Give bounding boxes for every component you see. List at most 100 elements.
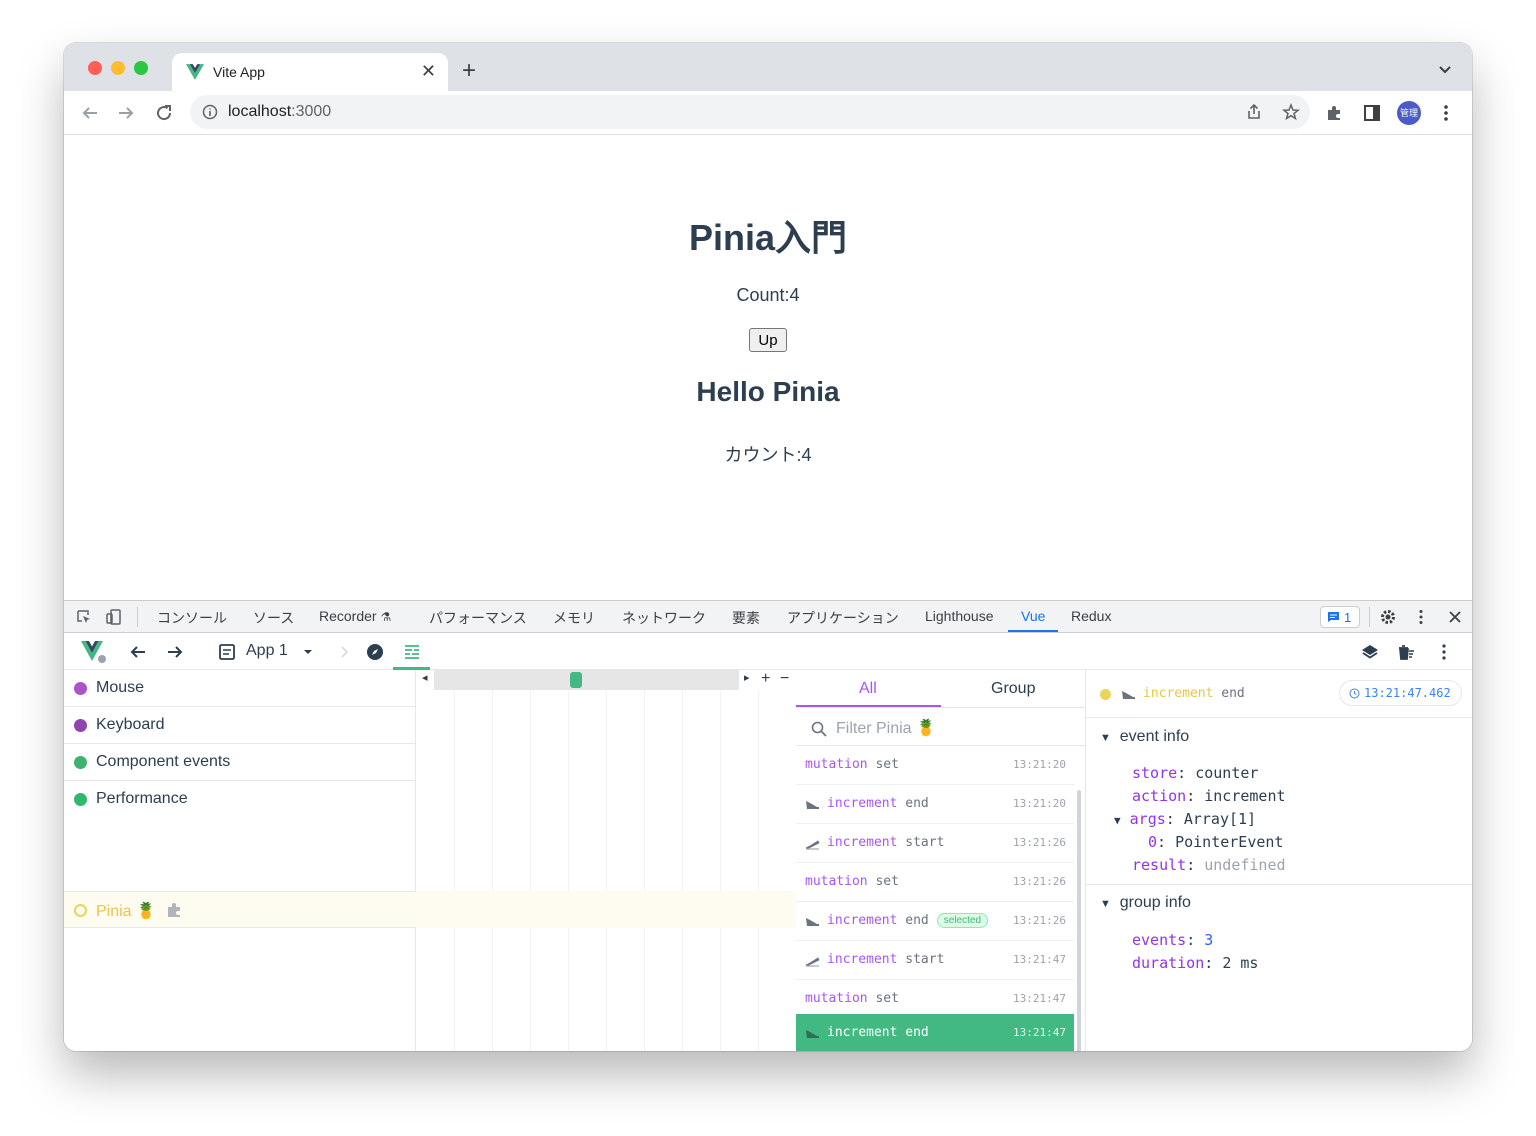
tab-recorder[interactable]: Recorder ⚗ (319, 608, 391, 624)
layer-color-dot (74, 682, 87, 695)
device-toolbar-icon[interactable] (105, 608, 123, 626)
tab-application[interactable]: アプリケーション (787, 608, 899, 628)
new-tab-icon[interactable]: + (462, 59, 476, 83)
event-details-header: increment end 13:21:47.462 (1086, 670, 1472, 718)
clear-trash-icon[interactable] (1396, 642, 1416, 662)
grid-line (720, 690, 721, 1051)
inspect-element-icon[interactable] (75, 608, 93, 626)
more-vertical-icon[interactable] (1436, 103, 1456, 123)
event-row[interactable]: increment end selected 13:21:26 (796, 902, 1074, 941)
event-row[interactable]: increment end 13:21:20 (796, 785, 1074, 824)
timeline-scroll-thumb[interactable] (570, 672, 582, 688)
event-title: increment end (827, 796, 929, 811)
landing-plane-icon (806, 918, 819, 926)
caret-down-icon[interactable] (298, 642, 318, 662)
event-time: 13:21:20 (1013, 758, 1066, 771)
event-row[interactable]: mutation set 13:21:20 (796, 746, 1074, 785)
timeline-icon[interactable] (402, 642, 422, 662)
event-list-scrollbar[interactable] (1077, 790, 1081, 1051)
chevron-right-icon (341, 646, 349, 658)
filter-input[interactable]: Filter Pinia 🍍 (808, 717, 1068, 741)
side-panel-icon[interactable] (1362, 103, 1382, 123)
event-timestamp-text: 13:21:47.462 (1364, 686, 1451, 700)
grid-line (530, 690, 531, 1051)
bookmark-star-icon[interactable] (1282, 103, 1300, 121)
divider (796, 707, 1086, 708)
more-vertical-icon[interactable] (1412, 608, 1430, 626)
timeline-scrollbar[interactable] (434, 670, 739, 690)
browser-window: Vite App ✕ + localhost:3000 管理 Pinia入門 C… (64, 43, 1472, 1051)
tab-network[interactable]: ネットワーク (622, 608, 706, 628)
tab-recorder-label: Recorder (319, 608, 377, 624)
detail-row: action: increment (1132, 787, 1286, 805)
vue-devtools-toolbar: App 1 (64, 633, 1472, 670)
profile-avatar[interactable]: 管理 (1397, 101, 1421, 125)
more-vertical-icon[interactable] (1434, 642, 1454, 662)
close-window-button[interactable] (88, 61, 102, 75)
chevron-down-icon[interactable] (1438, 63, 1452, 77)
event-row-selected[interactable]: increment end 13:21:47 (796, 1014, 1074, 1051)
event-title: increment start (827, 952, 945, 967)
issues-badge[interactable]: 1 (1320, 606, 1360, 628)
up-button[interactable]: Up (749, 328, 787, 352)
extensions-puzzle-icon[interactable] (1325, 103, 1345, 123)
tab-console[interactable]: コンソール (157, 608, 227, 628)
devtools-tab-bar: コンソール ソース Recorder ⚗ パフォーマンス メモリ ネットワーク … (64, 601, 1472, 633)
layer-label: Mouse (96, 679, 145, 696)
event-row[interactable]: increment start 13:21:26 (796, 824, 1074, 863)
tab-title: Vite App (213, 64, 265, 80)
close-tab-icon[interactable]: ✕ (421, 61, 436, 82)
zoom-out-icon[interactable]: − (780, 670, 789, 688)
scroll-right-icon[interactable]: ▸ (744, 671, 750, 684)
detail-row: events: 3 (1132, 931, 1214, 949)
tab-group[interactable]: Group (991, 680, 1035, 698)
tab-vue[interactable]: Vue (1021, 608, 1045, 624)
tab-redux[interactable]: Redux (1071, 608, 1111, 624)
caret-down-icon: ▼ (1100, 898, 1111, 910)
info-icon[interactable] (202, 104, 218, 120)
zoom-in-icon[interactable]: + (761, 670, 770, 688)
app-selector[interactable]: App 1 (246, 642, 288, 660)
tab-all[interactable]: All (859, 680, 877, 698)
back-arrow-icon[interactable] (80, 103, 100, 123)
devtools-panel: コンソール ソース Recorder ⚗ パフォーマンス メモリ ネットワーク … (64, 600, 1472, 1051)
event-row[interactable]: mutation set 13:21:26 (796, 863, 1074, 902)
timeline-graph[interactable]: ◂ ▸ + − (416, 670, 796, 1051)
tab-lighthouse[interactable]: Lighthouse (925, 608, 994, 624)
detail-row-expandable[interactable]: ▼ args: Array[1] (1114, 810, 1256, 828)
event-details-title: increment end (1143, 686, 1245, 701)
page-subtitle: Hello Pinia (696, 376, 840, 407)
share-icon[interactable] (1245, 103, 1263, 121)
url-host: localhost (228, 103, 292, 120)
forward-arrow-icon[interactable] (165, 642, 185, 662)
compass-icon[interactable] (365, 642, 385, 662)
layers-icon[interactable] (1360, 642, 1380, 662)
close-icon[interactable] (1446, 608, 1464, 626)
layer-row[interactable]: Performance (64, 781, 416, 818)
detail-row: store: counter (1132, 764, 1259, 782)
event-info-section[interactable]: ▼ event info (1100, 728, 1189, 746)
gear-icon[interactable] (1379, 608, 1397, 626)
event-title: mutation set (805, 874, 899, 889)
scroll-left-icon[interactable]: ◂ (422, 671, 428, 684)
event-row[interactable]: increment start 13:21:47 (796, 941, 1074, 980)
group-info-section[interactable]: ▼ group info (1100, 894, 1191, 912)
tab-memory[interactable]: メモリ (553, 608, 595, 628)
layer-row[interactable]: Component events (64, 744, 416, 781)
minimize-window-button[interactable] (111, 61, 125, 75)
layer-row[interactable]: Keyboard (64, 707, 416, 744)
tab-elements[interactable]: 要素 (732, 608, 760, 628)
layer-row[interactable]: Mouse (64, 670, 416, 707)
tab-performance[interactable]: パフォーマンス (429, 608, 527, 628)
browser-tab[interactable]: Vite App ✕ (172, 53, 448, 91)
reload-icon[interactable] (154, 103, 174, 123)
tab-sources[interactable]: ソース (253, 608, 294, 628)
maximize-window-button[interactable] (134, 61, 148, 75)
landing-plane-icon (806, 801, 819, 809)
plugin-puzzle-icon[interactable] (166, 901, 184, 919)
forward-arrow-icon[interactable] (116, 103, 136, 123)
caret-down-icon: ▼ (1100, 732, 1111, 744)
layer-row-pinia[interactable]: Pinia 🍍 (64, 891, 416, 928)
back-arrow-icon[interactable] (128, 642, 148, 662)
address-bar[interactable]: localhost:3000 (190, 95, 1310, 129)
